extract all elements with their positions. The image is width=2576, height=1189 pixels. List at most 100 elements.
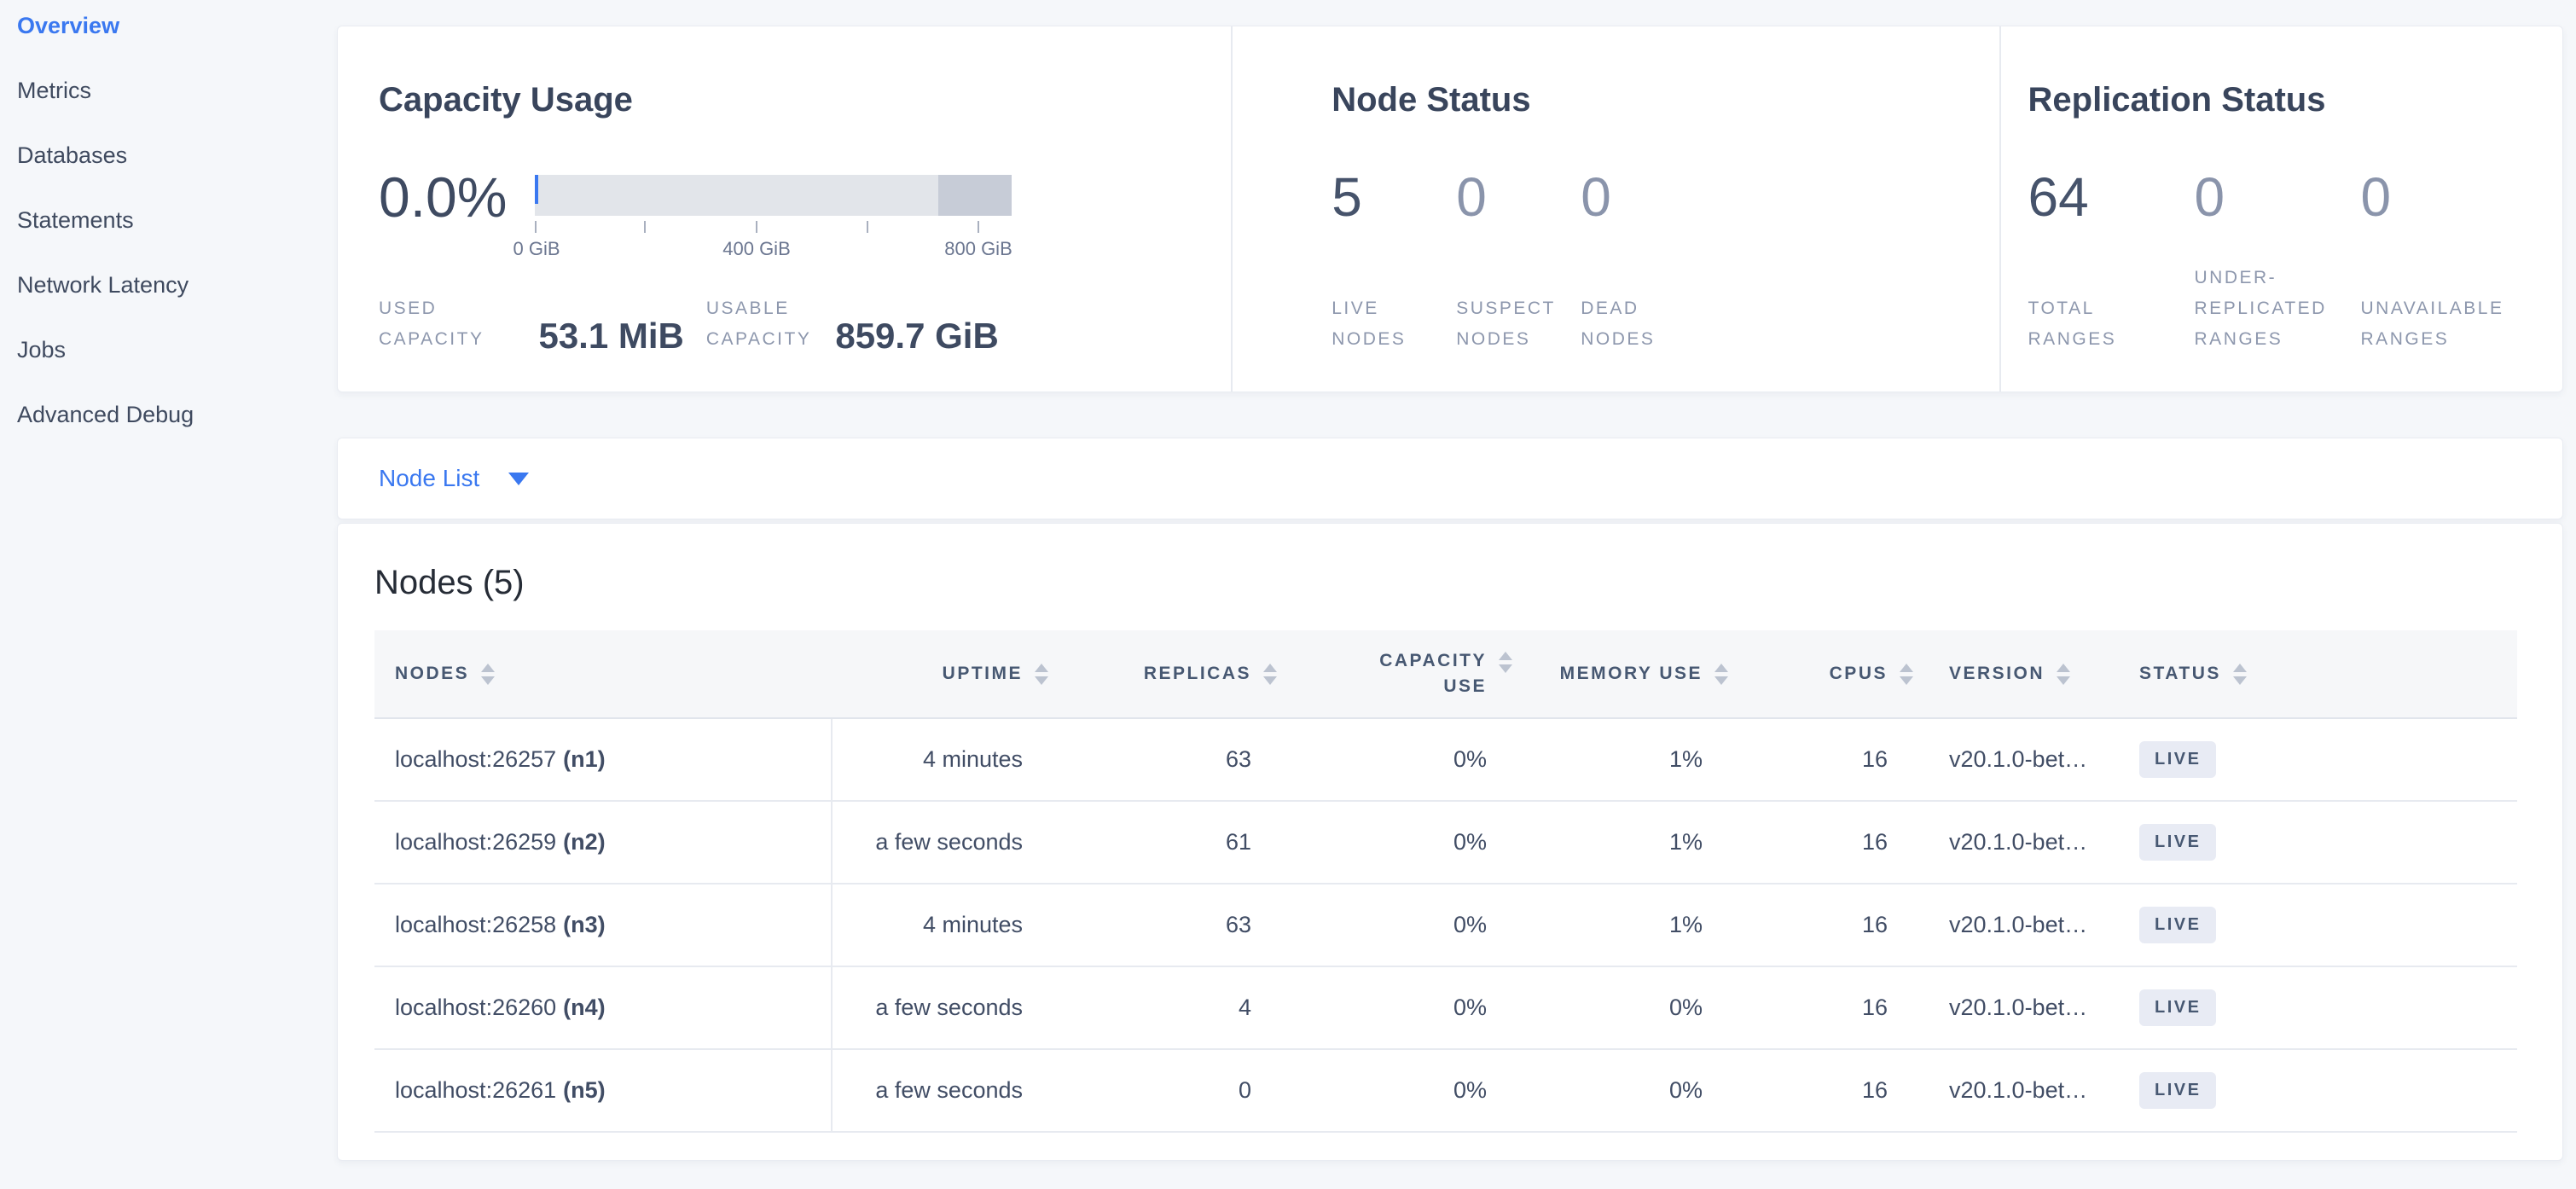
sidebar-item-statements[interactable]: Statements <box>17 188 337 252</box>
unavailable-ranges-value: 0 <box>2361 166 2527 228</box>
sort-arrows-icon <box>1714 664 1728 685</box>
memory-use-cell: 0% <box>1516 1050 1732 1131</box>
status-badge: LIVE <box>2139 1072 2216 1109</box>
memory-use-cell: 0% <box>1516 967 1732 1048</box>
version-cell: v20.1.0-bet… <box>1917 719 2104 800</box>
dead-nodes-value: 0 <box>1581 166 1705 228</box>
sort-arrows-icon <box>1263 664 1277 685</box>
node-id: (n1) <box>563 746 606 773</box>
node-address: localhost:26261 <box>395 1077 556 1104</box>
column-header-nodes[interactable]: NODES <box>374 630 833 717</box>
column-header-uptime[interactable]: UPTIME <box>833 630 1052 717</box>
replication-status-section: Replication Status 64 0 0 TOTAL RANGES U… <box>1999 26 2563 392</box>
column-header-replicas[interactable]: REPLICAS <box>1052 630 1280 717</box>
memory-use-cell: 1% <box>1516 802 1732 883</box>
suspect-nodes-value: 0 <box>1456 166 1581 228</box>
node-id: (n3) <box>563 912 606 938</box>
column-header-version[interactable]: VERSION <box>1917 630 2104 717</box>
capacity-use-cell: 0% <box>1280 884 1516 966</box>
capacity-usage-section: Capacity Usage 0.0% 0 GiB 400 GiB 800 Gi… <box>338 26 1231 392</box>
sort-arrows-icon <box>1499 652 1512 673</box>
node-status-section: Node Status 5 0 0 LIVE NODES SUSPECT NOD… <box>1231 26 1999 392</box>
node-address-link[interactable]: localhost:26257(n1) <box>395 746 606 773</box>
total-ranges-value: 64 <box>2028 166 2195 228</box>
under-replicated-ranges-label: UNDER- REPLICATED RANGES <box>2195 263 2361 355</box>
nodes-table-header: NODES UPTIME REPLICAS CAPACITY USE MEMOR… <box>374 630 2517 719</box>
chevron-down-icon <box>508 473 529 485</box>
capacity-used-percent: 0.0% <box>379 166 507 228</box>
gauge-axis-label-400: 400 GiB <box>722 238 791 260</box>
node-status-labels: LIVE NODES SUSPECT NODES DEAD NODES <box>1332 293 1705 355</box>
status-badge: LIVE <box>2139 824 2216 861</box>
column-header-status-label: STATUS <box>2139 661 2221 687</box>
sidebar-item-jobs[interactable]: Jobs <box>17 317 337 382</box>
node-address: localhost:26259 <box>395 829 556 856</box>
column-header-memory-use-label: MEMORY USE <box>1560 661 1703 687</box>
sort-arrows-icon <box>1035 664 1048 685</box>
sidebar-item-overview[interactable]: Overview <box>17 0 337 58</box>
sidebar-item-databases[interactable]: Databases <box>17 123 337 188</box>
column-header-uptime-label: UPTIME <box>943 661 1023 687</box>
nodes-card: Nodes (5) NODES UPTIME REPLICAS CAPACITY… <box>337 523 2563 1161</box>
status-badge: LIVE <box>2139 989 2216 1026</box>
node-status-values: 5 0 0 <box>1332 166 1705 228</box>
unavailable-ranges-label: UNAVAILABLE RANGES <box>2361 293 2527 355</box>
version-cell: v20.1.0-bet… <box>1917 1050 2104 1131</box>
version-cell: v20.1.0-bet… <box>1917 884 2104 966</box>
gauge-axis-label-800: 800 GiB <box>944 238 1012 260</box>
column-header-nodes-label: NODES <box>395 661 469 687</box>
uptime-cell: a few seconds <box>833 802 1052 883</box>
replication-values: 64 0 0 <box>2028 166 2527 228</box>
node-address: localhost:26258 <box>395 912 556 938</box>
uptime-cell: a few seconds <box>833 967 1052 1048</box>
replicas-cell: 4 <box>1052 967 1280 1048</box>
node-address-link[interactable]: localhost:26258 (n3) <box>395 912 606 938</box>
node-address-link[interactable]: localhost:26260(n4) <box>395 995 606 1021</box>
node-id: (n4) <box>563 995 606 1021</box>
column-header-capacity-use[interactable]: CAPACITY USE <box>1280 630 1516 717</box>
cpus-cell: 16 <box>1732 802 1917 883</box>
capacity-use-cell: 0% <box>1280 719 1516 800</box>
replicas-cell: 63 <box>1052 884 1280 966</box>
suspect-nodes-label: SUSPECT NODES <box>1456 293 1581 355</box>
gauge-tick-600 <box>867 221 868 233</box>
node-id: (n5) <box>563 1077 606 1104</box>
column-header-capacity-use-label: CAPACITY USE <box>1379 648 1487 699</box>
cpus-cell: 16 <box>1732 719 1917 800</box>
nodes-title: Nodes (5) <box>374 564 525 602</box>
node-address-link[interactable]: localhost:26261 (n5) <box>395 1077 606 1104</box>
column-header-cpus[interactable]: CPUS <box>1732 630 1917 717</box>
column-header-replicas-label: REPLICAS <box>1144 661 1251 687</box>
sidebar-item-network-latency[interactable]: Network Latency <box>17 252 337 317</box>
node-id: (n2) <box>563 829 606 856</box>
used-capacity-value: 53.1 MiB <box>538 316 683 357</box>
nodes-table: NODES UPTIME REPLICAS CAPACITY USE MEMOR… <box>374 630 2517 1133</box>
table-row: localhost:26259(n2) a few seconds 61 0% … <box>374 802 2517 884</box>
cpus-cell: 16 <box>1732 1050 1917 1131</box>
gauge-tick-200 <box>644 221 646 233</box>
sort-arrows-icon <box>2233 664 2247 685</box>
gauge-axis-label-0: 0 GiB <box>513 238 560 260</box>
usable-capacity-value: 859.7 GiB <box>835 316 998 357</box>
column-header-status[interactable]: STATUS <box>2104 630 2517 717</box>
sort-arrows-icon <box>2057 664 2070 685</box>
capacity-gauge: 0 GiB 400 GiB 800 GiB <box>535 175 1012 216</box>
column-header-memory-use[interactable]: MEMORY USE <box>1516 630 1732 717</box>
capacity-usage-title: Capacity Usage <box>379 81 633 119</box>
capacity-use-cell: 0% <box>1280 802 1516 883</box>
view-selector-card: Node List <box>337 438 2563 519</box>
sidebar-item-metrics[interactable]: Metrics <box>17 58 337 123</box>
replicas-cell: 61 <box>1052 802 1280 883</box>
node-list-dropdown[interactable]: Node List <box>379 465 529 492</box>
sort-arrows-icon <box>481 664 495 685</box>
replication-status-title: Replication Status <box>2028 81 2326 119</box>
capacity-gauge-bar <box>535 175 1012 216</box>
node-address-link[interactable]: localhost:26259 (n2) <box>395 829 606 856</box>
memory-use-cell: 1% <box>1516 884 1732 966</box>
total-ranges-label: TOTAL RANGES <box>2028 293 2195 355</box>
replicas-cell: 0 <box>1052 1050 1280 1131</box>
sidebar-item-advanced-debug[interactable]: Advanced Debug <box>17 382 337 447</box>
table-row: localhost:26257(n1) 4 minutes 63 0% 1% 1… <box>374 719 2517 802</box>
table-row: localhost:26260(n4) a few seconds 4 0% 0… <box>374 967 2517 1050</box>
gauge-tick-0 <box>535 221 537 233</box>
